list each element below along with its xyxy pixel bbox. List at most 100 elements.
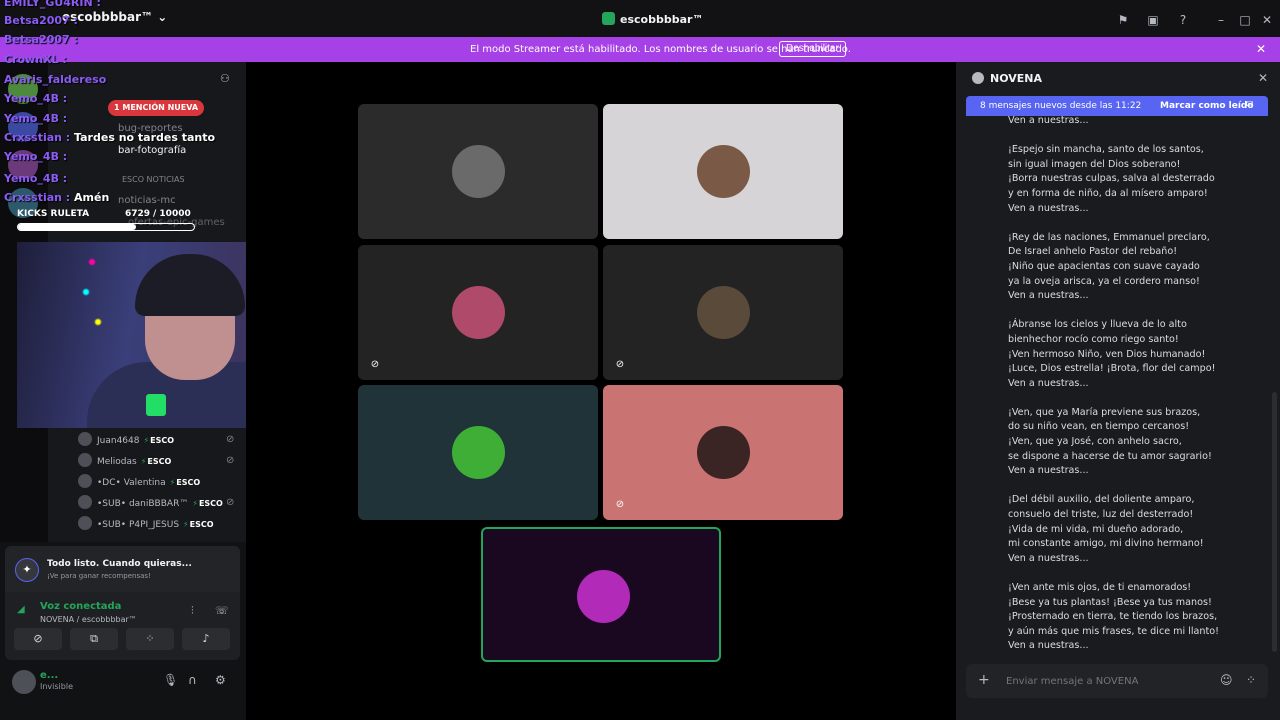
overlay-chat-message: Betsa2007 : (4, 33, 78, 46)
message-line: ¡Niño que apacientas con suave cayado (1008, 260, 1200, 272)
chat-title: NOVENA (990, 72, 1043, 85)
voice-user-tag: ESCO (170, 478, 201, 487)
add-attachment-icon[interactable]: + (978, 672, 990, 688)
muted-mic-icon: ⊘ (370, 359, 380, 370)
message-line: bienhechor rocío como riego santo! (1008, 333, 1179, 345)
voice-user[interactable]: •SUB• daniBBBAR™ESCO⊘ (78, 495, 234, 513)
chat-message: ¡Rey de las naciones, Emmanuel preclaro,… (1008, 231, 1248, 304)
video-tile[interactable]: ⊘ (603, 385, 843, 520)
channel-noticias-mc[interactable]: noticias-mc (118, 195, 176, 206)
chat-message: ¡Ábranse los cielos y llueva de lo alto b… (1008, 318, 1248, 391)
muted-mic-icon: ⊘ (226, 497, 235, 508)
muted-mic-icon: ⊘ (615, 359, 625, 370)
video-tile[interactable] (358, 104, 598, 239)
message-line: ¡Ven, que ya María previene sus brazos, (1008, 406, 1201, 418)
channel-bar-fotografia[interactable]: bar-fotografía (118, 145, 186, 156)
video-tile[interactable] (358, 385, 598, 520)
window-title: escobbbbar™ (602, 12, 703, 26)
message-line: ¡Bese ya tus plantas! ¡Bese ya tus manos… (1008, 596, 1212, 608)
video-tile[interactable]: ⊘ (603, 245, 843, 380)
message-line: Ven a nuestras... (1008, 465, 1089, 477)
voice-user[interactable]: •DC• Valentina ESCO (78, 474, 200, 492)
close-window-icon[interactable]: ✕ (1260, 13, 1274, 27)
headphones-icon[interactable]: ∩ (188, 673, 197, 687)
overlay-chat-message: Yemo_4B : (4, 92, 67, 105)
quest-subtitle: ¡Ve para ganar recompensas! (47, 572, 151, 580)
disconnect-icon[interactable]: ☏ (215, 604, 229, 617)
voice-panel: ✦ Todo listo. Cuando quieras... ¡Ve para… (5, 546, 240, 660)
avatar (78, 474, 92, 488)
message-line: Ven a nuestras... (1008, 202, 1089, 214)
soundboard-icon: ♪ (202, 632, 210, 645)
avatar (577, 570, 630, 623)
message-line: ¡Rey de las naciones, Emmanuel preclaro, (1008, 231, 1210, 243)
soundboard-button[interactable]: ♪ (182, 628, 230, 650)
muted-mic-icon: ⊘ (226, 434, 235, 445)
kicks-goal: / 10000 (153, 209, 191, 219)
help-icon[interactable]: ? (1176, 13, 1190, 27)
kicks-progress-fill (18, 224, 137, 230)
avatar (78, 432, 92, 446)
overlay-chat-user: Yemo_4B : (4, 92, 68, 105)
voice-user-tag: ESCO (183, 520, 214, 529)
settings-gear-icon[interactable]: ⚙ (215, 673, 226, 687)
video-tile[interactable] (603, 104, 843, 239)
chat-message: ¡Espejo sin mancha, santo de los santos,… (1008, 143, 1248, 216)
video-tile[interactable]: ⊘ (358, 245, 598, 380)
screen-share-button[interactable]: ⧉ (70, 628, 118, 650)
user-name[interactable]: e... (40, 670, 58, 681)
flag-icon[interactable]: ⚑ (1116, 13, 1130, 27)
apps-icon[interactable]: ⁘ (1246, 673, 1256, 687)
avatar (78, 516, 92, 530)
message-line: Ven a nuestras... (1008, 640, 1089, 652)
inbox-icon[interactable]: ▣ (1146, 13, 1160, 27)
avatar[interactable] (12, 670, 36, 694)
kicks-value: 6729 (125, 209, 151, 219)
emoji-icon[interactable]: ☺ (1220, 673, 1233, 687)
voice-user-tag: ESCO (141, 457, 172, 466)
message-line: ¡Vida de mi vida, mi dueño adorado, (1008, 523, 1184, 535)
maximize-icon[interactable]: □ (1238, 13, 1252, 27)
voice-user[interactable]: Meliodas ESCO ⊘ (78, 453, 234, 471)
overlay-chat-user: EMILY_GU4RIN : (4, 0, 101, 9)
server-icon (602, 12, 615, 25)
overlay-chat-message: EMILY_GU4RIN : (4, 0, 101, 9)
overlay-chat-message: Crxsstian : Tardes no tardes tanto (4, 131, 215, 144)
noise-suppression-icon[interactable]: ⫶ (191, 604, 194, 618)
minimize-icon[interactable]: – (1214, 13, 1228, 27)
microphone-icon[interactable]: 🎙 (163, 673, 178, 687)
overlay-chat-text: Amén (74, 191, 110, 204)
overlay-chat-message: Yemo_4B : (4, 150, 67, 163)
voice-user[interactable]: Juan4648ESCO ⊘ (78, 432, 234, 450)
activities-button[interactable]: ⁘ (126, 628, 174, 650)
overlay-chat-message: Crxsstian : Amén (4, 191, 109, 204)
channel-esco-noticias[interactable]: ESCO NOTICIAS (122, 175, 185, 184)
overlay-chat-user: CrownXL : (4, 53, 67, 66)
string-lights (77, 252, 107, 352)
mark-as-read-button[interactable]: Marcar como leído (1160, 101, 1254, 111)
voice-channel[interactable]: NOVENA / escobbbbar™ (40, 615, 137, 624)
disable-streamer-button[interactable]: Deshabilitar (779, 41, 846, 57)
overlay-chat-user: Yemo_4B : (4, 150, 68, 163)
voice-user[interactable]: •SUB• P4PI_JESUSESCO (78, 516, 214, 534)
overlay-chat-user: Avaris_faldereso (4, 73, 107, 86)
video-tile[interactable] (481, 527, 721, 662)
chat-header: NOVENA ✕ (956, 62, 1280, 94)
invite-user-icon[interactable]: ⚇ (220, 72, 230, 85)
message-line: sin igual imagen del Dios soberano! (1008, 158, 1181, 170)
camera-off-button[interactable]: ⊘ (14, 628, 62, 650)
message-line: y aún más que mis frases, te dice mi lla… (1008, 625, 1219, 637)
streamer-mode-banner: El modo Streamer está habilitado. Los no… (0, 37, 1280, 62)
banner-close-icon[interactable]: ✕ (1256, 42, 1266, 56)
chat-panel: NOVENA ✕ 8 mensajes nuevos desde las 11:… (956, 62, 1280, 720)
chat-scrollbar[interactable] (1272, 392, 1277, 652)
mention-pill[interactable]: 1 MENCIÓN NUEVA (108, 100, 205, 116)
new-messages-bar[interactable]: 8 mensajes nuevos desde las 11:22 Marcar… (966, 96, 1268, 116)
voice-status[interactable]: Voz conectada (40, 601, 121, 612)
video-stage: ⊘ ⊘ ⊘ (246, 62, 956, 720)
quest-banner[interactable]: ✦ Todo listo. Cuando quieras... ¡Ve para… (5, 546, 240, 592)
chat-message-input[interactable] (1006, 672, 1206, 690)
close-chat-icon[interactable]: ✕ (1258, 71, 1268, 85)
message-line: Ven a nuestras... (1008, 115, 1089, 126)
user-panel: e... Invisible 🎙 ∩ ⚙ (5, 664, 240, 700)
